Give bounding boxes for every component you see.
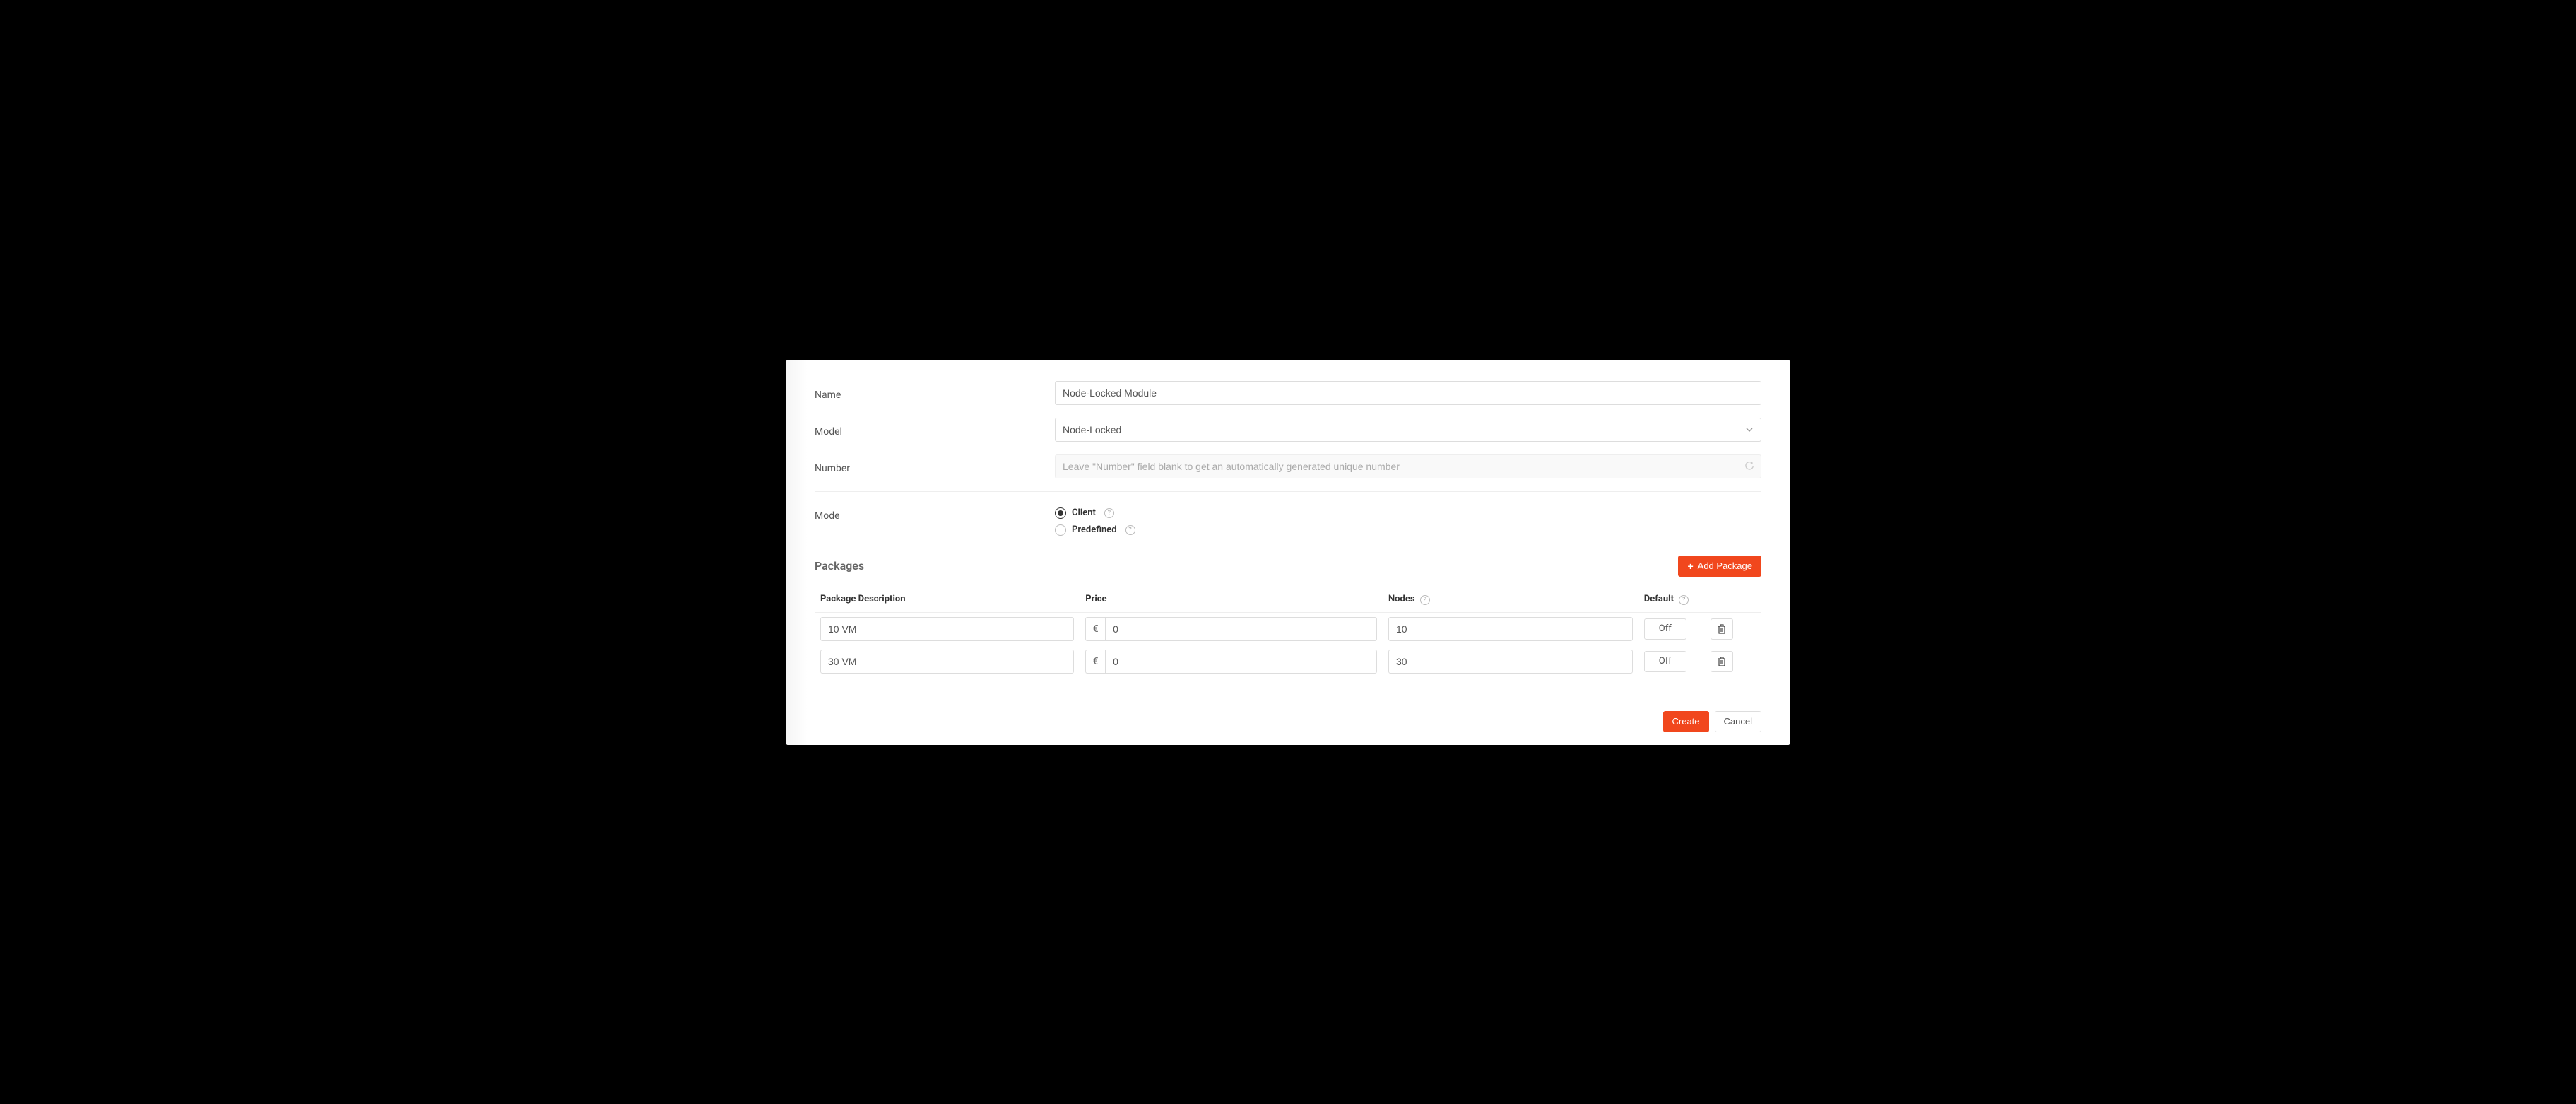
row-name: Name	[815, 381, 1761, 405]
label-model: Model	[815, 422, 1055, 438]
help-icon[interactable]: ?	[1679, 595, 1689, 605]
toggle-label: Off	[1659, 623, 1672, 634]
panel-inner: Name Model Number	[786, 360, 1790, 678]
divider	[815, 491, 1761, 492]
col-nodes-label: Nodes	[1388, 594, 1415, 604]
radio-predefined[interactable]: Predefined ?	[1055, 524, 1761, 536]
col-default-label: Default	[1644, 594, 1674, 604]
package-nodes-input[interactable]	[1388, 650, 1633, 674]
cancel-button[interactable]: Cancel	[1715, 711, 1761, 732]
help-icon[interactable]: ?	[1104, 508, 1114, 518]
price-group: €	[1085, 617, 1377, 641]
number-input[interactable]	[1055, 454, 1737, 478]
label-number: Number	[815, 459, 1055, 474]
packages-header: Packages + Add Package	[815, 556, 1761, 577]
table-row: € Off	[815, 645, 1761, 678]
table-header-row: Package Description Price Nodes ? Defaul…	[815, 587, 1761, 613]
package-description-input[interactable]	[820, 650, 1074, 674]
create-label: Create	[1672, 716, 1700, 727]
price-group: €	[1085, 650, 1377, 674]
help-icon[interactable]: ?	[1125, 525, 1135, 535]
create-button[interactable]: Create	[1663, 711, 1709, 732]
name-input[interactable]	[1055, 381, 1761, 405]
row-model: Model	[815, 418, 1761, 442]
table-row: € Off	[815, 612, 1761, 645]
col-action	[1705, 587, 1761, 613]
currency-symbol: €	[1085, 650, 1105, 674]
col-nodes: Nodes ?	[1383, 587, 1638, 613]
radio-circle	[1055, 524, 1066, 536]
col-price: Price	[1080, 587, 1383, 613]
package-price-input[interactable]	[1105, 650, 1377, 674]
trash-icon	[1718, 624, 1726, 634]
help-icon[interactable]: ?	[1420, 595, 1430, 605]
label-mode: Mode	[815, 506, 1055, 522]
radio-dot	[1058, 510, 1063, 516]
radio-predefined-label: Predefined	[1072, 524, 1117, 535]
trash-icon	[1718, 657, 1726, 666]
package-price-input[interactable]	[1105, 617, 1377, 641]
label-name: Name	[815, 385, 1055, 401]
model-wrap	[1055, 418, 1761, 442]
name-wrap	[1055, 381, 1761, 405]
radio-client-label: Client	[1072, 507, 1096, 518]
row-number: Number	[815, 454, 1761, 478]
col-description: Package Description	[815, 587, 1080, 613]
package-description-input[interactable]	[820, 617, 1074, 641]
add-package-button[interactable]: + Add Package	[1678, 556, 1761, 577]
radio-circle-checked	[1055, 507, 1066, 519]
regenerate-icon[interactable]	[1737, 454, 1761, 478]
delete-row-button[interactable]	[1711, 651, 1733, 672]
plus-icon: +	[1687, 561, 1693, 571]
packages-table: Package Description Price Nodes ? Defaul…	[815, 587, 1761, 678]
number-wrap	[1055, 454, 1761, 478]
toggle-label: Off	[1659, 656, 1672, 666]
footer: Create Cancel	[786, 698, 1790, 745]
radio-client[interactable]: Client ?	[1055, 507, 1761, 519]
delete-row-button[interactable]	[1711, 618, 1733, 640]
form-panel: Name Model Number	[786, 360, 1790, 745]
col-default: Default ?	[1638, 587, 1705, 613]
row-mode: Mode Client ? Predefined ?	[815, 506, 1761, 541]
packages-title: Packages	[815, 559, 864, 572]
currency-symbol: €	[1085, 617, 1105, 641]
default-toggle[interactable]: Off	[1644, 618, 1686, 640]
mode-radio-group: Client ? Predefined ?	[1055, 506, 1761, 541]
add-package-label: Add Package	[1698, 560, 1752, 571]
default-toggle[interactable]: Off	[1644, 651, 1686, 672]
cancel-label: Cancel	[1724, 716, 1752, 727]
model-select[interactable]	[1055, 418, 1761, 442]
package-nodes-input[interactable]	[1388, 617, 1633, 641]
